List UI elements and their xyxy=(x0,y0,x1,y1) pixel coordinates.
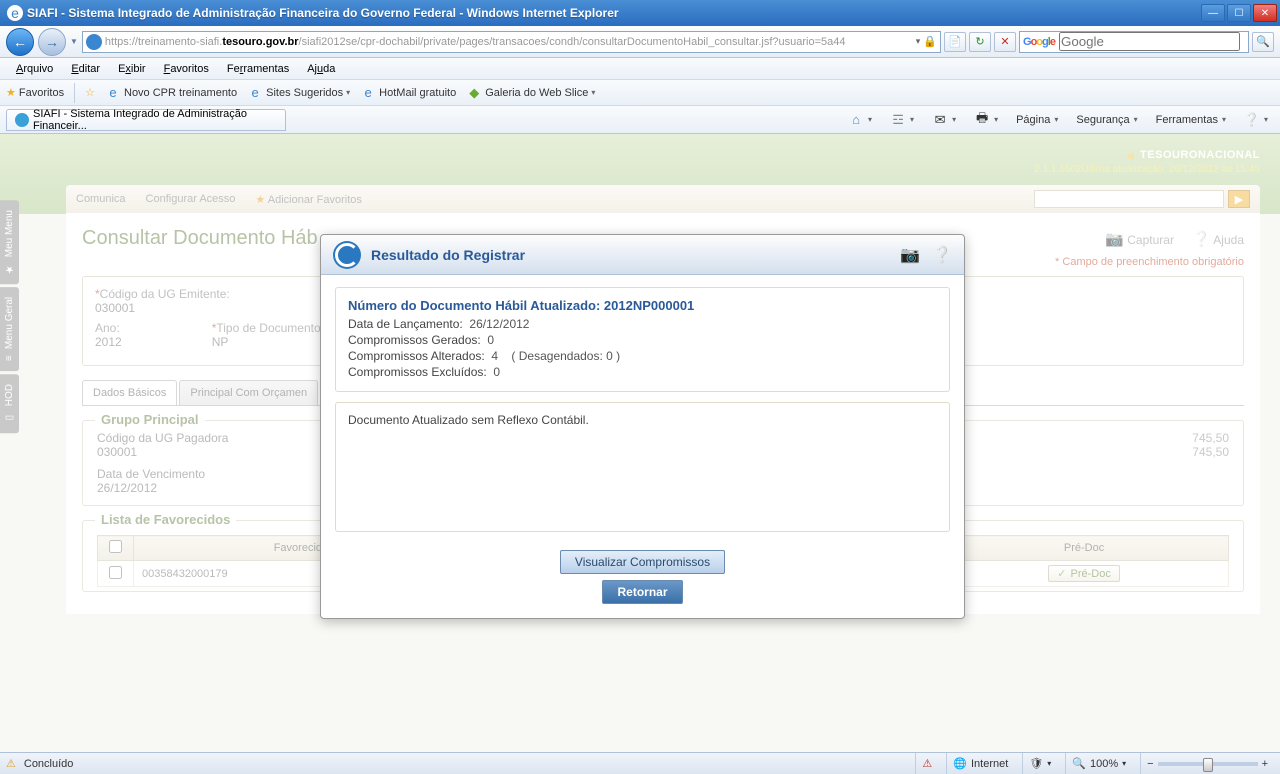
message-text: Documento Atualizado sem Reflexo Contábi… xyxy=(348,413,589,427)
fav-hotmail[interactable]: eHotMail gratuito xyxy=(360,85,456,101)
forward-button[interactable]: → xyxy=(38,28,66,56)
menu-ferramentas[interactable]: Ferramentas xyxy=(219,61,297,77)
menu-exibir[interactable]: Exibir xyxy=(110,61,154,77)
search-bar[interactable]: Google xyxy=(1019,31,1249,53)
result-box: Número do Documento Hábil Atualizado: 20… xyxy=(335,287,950,392)
page-menu[interactable]: Página▾ xyxy=(1010,112,1064,128)
tab-favicon-icon xyxy=(15,113,29,127)
help-menu[interactable]: ❔▾ xyxy=(1238,110,1274,130)
google-logo-icon: Google xyxy=(1023,36,1055,48)
url-text: https://treinamento-siafi.tesouro.gov.br… xyxy=(105,36,913,48)
modal-resultado: Resultado do Registrar 📷 ❔ Número do Doc… xyxy=(320,234,965,619)
lbl-comp-gerados: Compromissos Gerados: xyxy=(348,333,481,347)
modal-logo-icon xyxy=(333,241,361,269)
tab-title: SIAFI - Sistema Integrado de Administraç… xyxy=(33,108,277,132)
modal-header: Resultado do Registrar 📷 ❔ xyxy=(321,235,964,275)
refresh-button[interactable]: ↻ xyxy=(969,32,991,52)
val-data-lanc: 26/12/2012 xyxy=(469,317,529,331)
browser-tab[interactable]: SIAFI - Sistema Integrado de Administraç… xyxy=(6,109,286,131)
zoom-slider[interactable]: −+ xyxy=(1140,753,1274,774)
fav-add-button[interactable]: ☆ xyxy=(85,86,95,99)
print-button[interactable]: 🖶▾ xyxy=(968,110,1004,130)
favorites-button[interactable]: ★Favoritos xyxy=(6,86,64,99)
val-comp-alterados: 4 xyxy=(491,349,498,363)
protected-mode-button[interactable]: 🛡▾ xyxy=(1022,753,1057,774)
home-button[interactable]: ⌂▾ xyxy=(842,110,878,130)
address-dropdown-icon[interactable]: ▾ xyxy=(913,36,924,47)
fav-webslice[interactable]: ◆Galeria do Web Slice ▾ xyxy=(466,85,595,101)
close-button[interactable]: ✕ xyxy=(1253,4,1277,22)
ie-icon: e xyxy=(7,5,23,21)
warning-icon[interactable]: ⚠ xyxy=(6,757,16,770)
val-desagendados: ( Desagendados: 0 ) xyxy=(511,349,620,363)
status-bar: ⚠ Concluído ⚠ 🌐Internet 🛡▾ 🔍100% ▾ −+ xyxy=(0,752,1280,774)
stop-button[interactable]: ✕ xyxy=(994,32,1016,52)
menu-editar[interactable]: Editar xyxy=(63,61,108,77)
result-doc-title: Número do Documento Hábil Atualizado: 20… xyxy=(348,298,937,313)
menu-bar: Arquivo Editar Exibir Favoritos Ferramen… xyxy=(0,58,1280,80)
compat-view-button[interactable]: 📄 xyxy=(944,32,966,52)
tools-menu[interactable]: Ferramentas▾ xyxy=(1150,112,1232,128)
message-box: Documento Atualizado sem Reflexo Contábi… xyxy=(335,402,950,532)
zoom-control[interactable]: 🔍100% ▾ xyxy=(1065,753,1132,774)
menu-ajuda[interactable]: Ajuda xyxy=(299,61,343,77)
command-bar: SIAFI - Sistema Integrado de Administraç… xyxy=(0,106,1280,134)
nav-toolbar: ← → ▼ https://treinamento-siafi.tesouro.… xyxy=(0,26,1280,58)
lbl-comp-excluidos: Compromissos Excluídos: xyxy=(348,365,487,379)
zone-indicator[interactable]: 🌐Internet xyxy=(946,753,1014,774)
modal-camera-icon[interactable]: 📷 xyxy=(900,245,920,265)
minimize-button[interactable]: — xyxy=(1201,4,1225,22)
feeds-button[interactable]: ☲▾ xyxy=(884,110,920,130)
val-comp-excluidos: 0 xyxy=(493,365,500,379)
fav-sites-sugeridos[interactable]: eSites Sugeridos ▾ xyxy=(247,85,350,101)
safety-menu[interactable]: Segurança▾ xyxy=(1070,112,1143,128)
maximize-button[interactable]: ☐ xyxy=(1227,4,1251,22)
lbl-comp-alterados: Compromissos Alterados: xyxy=(348,349,485,363)
modal-title: Resultado do Registrar xyxy=(371,247,888,263)
popup-blocked-button[interactable]: ⚠ xyxy=(915,753,938,774)
back-button[interactable]: ← xyxy=(6,28,34,56)
separator xyxy=(74,83,75,103)
site-identity-icon xyxy=(86,34,102,50)
favorites-bar: ★Favoritos ☆ eNovo CPR treinamento eSite… xyxy=(0,80,1280,106)
val-comp-gerados: 0 xyxy=(487,333,494,347)
address-bar[interactable]: https://treinamento-siafi.tesouro.gov.br… xyxy=(82,31,941,53)
retornar-button[interactable]: Retornar xyxy=(602,580,682,604)
menu-arquivo[interactable]: Arquivo xyxy=(8,61,61,77)
recent-pages-dropdown[interactable]: ▼ xyxy=(70,37,78,46)
search-go-button[interactable]: 🔍 xyxy=(1252,32,1274,52)
status-text: Concluído xyxy=(24,758,74,770)
window-titlebar: e SIAFI - Sistema Integrado de Administr… xyxy=(0,0,1280,26)
lbl-data-lanc: Data de Lançamento: xyxy=(348,317,463,331)
window-title: SIAFI - Sistema Integrado de Administraç… xyxy=(27,6,1201,20)
visualizar-compromissos-button[interactable]: Visualizar Compromissos xyxy=(560,550,725,574)
mail-button[interactable]: ✉▾ xyxy=(926,110,962,130)
menu-favoritos[interactable]: Favoritos xyxy=(156,61,217,77)
search-input[interactable] xyxy=(1059,32,1240,51)
ssl-lock-icon[interactable]: 🔒 xyxy=(923,35,937,48)
modal-help-icon[interactable]: ❔ xyxy=(932,245,952,265)
fav-novo-cpr[interactable]: eNovo CPR treinamento xyxy=(105,85,237,101)
